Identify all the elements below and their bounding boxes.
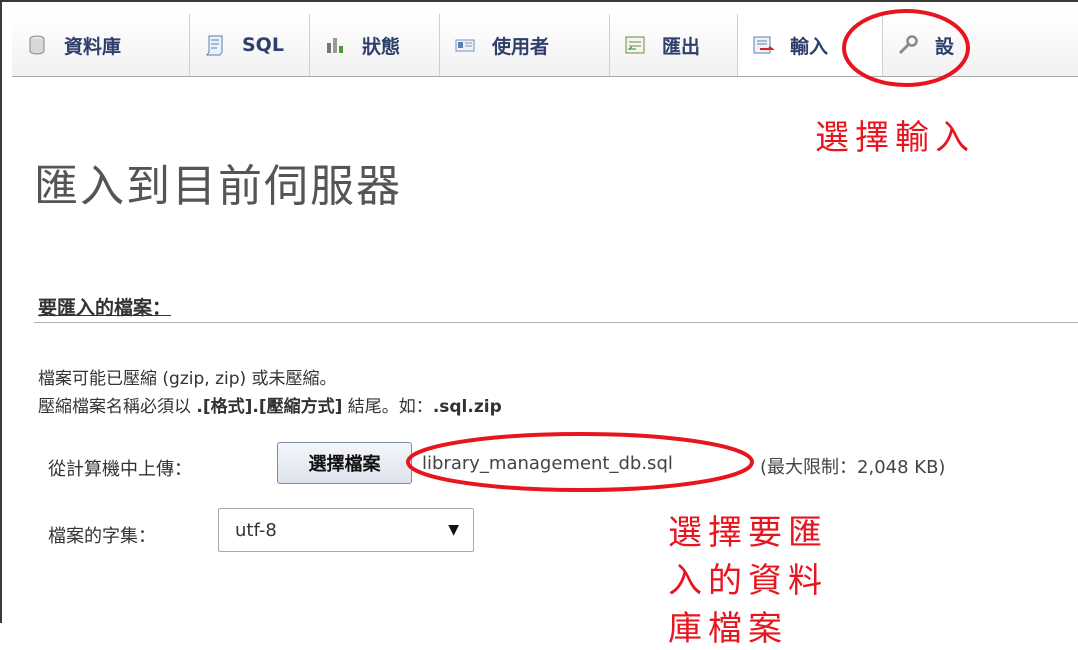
status-icon (324, 34, 346, 56)
fieldset-divider (34, 322, 1078, 323)
dropdown-arrow-icon: ▼ (448, 522, 459, 538)
tab-label: 設 (935, 35, 955, 58)
tab-bar: 資料庫 SQL 狀態 使用者 匯出 輸入 設 (12, 14, 1078, 77)
tab-status[interactable]: 狀態 (310, 14, 440, 76)
filename-note-mid: 結尾。如： (342, 397, 433, 417)
filename-note-format: .[格式].[壓縮方式] (196, 397, 343, 417)
filename-note-prefix: 壓縮檔案名稱必須以 (38, 397, 197, 417)
export-icon (624, 34, 646, 56)
selected-file-name: library_management_db.sql (422, 453, 673, 474)
tab-label: SQL (242, 34, 284, 56)
max-size-note: (最大限制：2,048 KB) (760, 457, 946, 478)
charset-value: utf-8 (235, 519, 277, 541)
annotation-file-line2: 入的資料 (668, 561, 828, 601)
import-icon (752, 34, 776, 56)
charset-label: 檔案的字集： (48, 526, 156, 547)
compression-note: 檔案可能已壓縮 (gzip, zip) 或未壓縮。 (38, 369, 337, 389)
database-icon (26, 34, 48, 56)
tab-label: 資料庫 (64, 35, 122, 58)
tab-label: 狀態 (362, 35, 401, 58)
top-border (0, 0, 1078, 2)
page-title: 匯入到目前伺服器 (34, 161, 402, 212)
tab-label: 匯出 (662, 35, 701, 58)
tab-export[interactable]: 匯出 (610, 14, 738, 76)
fieldset-legend: 要匯入的檔案： (38, 297, 172, 319)
filename-note-example: .sql.zip (432, 397, 502, 417)
tab-sql[interactable]: SQL (190, 14, 310, 76)
annotation-file-line1: 選擇要匯 (668, 513, 828, 553)
filename-note: 壓縮檔案名稱必須以 .[格式].[壓縮方式] 結尾。如：.sql.zip (38, 392, 502, 417)
annotation-import-tab: 選擇輸入 (815, 118, 975, 158)
users-icon (454, 34, 476, 56)
tab-label: 使用者 (492, 35, 550, 58)
upload-label: 從計算機中上傳： (48, 459, 192, 480)
tab-label: 輸入 (790, 35, 829, 58)
sql-icon (204, 34, 226, 56)
tab-import[interactable]: 輸入 (738, 14, 883, 76)
tab-settings[interactable]: 設 (883, 14, 1078, 76)
choose-file-button[interactable]: 選擇檔案 (277, 442, 412, 484)
charset-select[interactable]: utf-8 ▼ (218, 508, 474, 552)
tab-databases[interactable]: 資料庫 (12, 14, 190, 76)
annotation-file-line3: 庫檔案 (668, 609, 788, 649)
tab-users[interactable]: 使用者 (440, 14, 610, 76)
wrench-icon (897, 34, 919, 56)
